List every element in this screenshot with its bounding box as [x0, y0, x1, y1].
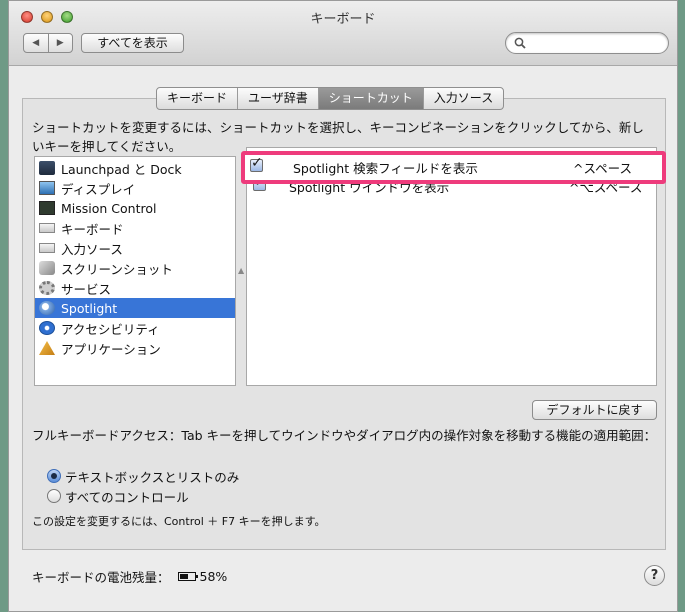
display-icon [39, 181, 55, 195]
tab-keyboard[interactable]: キーボード [157, 88, 239, 109]
category-label: アプリケーション [61, 341, 161, 357]
forward-button[interactable]: ▶ [49, 34, 73, 52]
category-label: サービス [61, 281, 112, 297]
shortcut-name: Spotlight 検索フィールドを表示 [293, 161, 478, 176]
search-input[interactable] [530, 35, 664, 53]
category-label: スクリーンショット [61, 261, 173, 277]
shortcut-note: この設定を変更するには、Control ＋ F7 キーを押します。 [32, 515, 326, 528]
spotlight-icon [39, 301, 55, 315]
splitter-handle[interactable]: ▲ [238, 266, 244, 275]
category-item-keyboard[interactable]: キーボード [35, 218, 235, 238]
restore-defaults-button[interactable]: デフォルトに戻す [532, 400, 657, 420]
radio-all-controls[interactable]: すべてのコントロール [47, 487, 189, 505]
launchpad-icon [39, 161, 55, 175]
radio-label: テキストボックスとリストのみ [65, 469, 240, 485]
category-item-launchpad[interactable]: Launchpad と Dock [35, 158, 235, 178]
category-label: Launchpad と Dock [61, 161, 182, 177]
accessibility-icon [39, 321, 55, 335]
category-item-display[interactable]: ディスプレイ [35, 178, 235, 198]
gear-icon [39, 281, 55, 295]
help-button[interactable]: ? [644, 565, 665, 586]
screenshot-icon [39, 261, 55, 275]
category-label: Mission Control [61, 200, 157, 216]
battery-value: 58% [199, 569, 228, 584]
tab-shortcuts[interactable]: ショートカット [318, 88, 424, 109]
category-item-spotlight[interactable]: Spotlight [35, 298, 235, 318]
highlighted-shortcut-row[interactable]: Spotlight 検索フィールドを表示 ^スペース [241, 151, 666, 184]
tab-bar: キーボード ユーザ辞書 ショートカット 入力ソース [156, 87, 505, 110]
radio-text-boxes-and-lists[interactable]: テキストボックスとリストのみ [47, 467, 239, 485]
category-label: ディスプレイ [61, 181, 136, 197]
full-keyboard-access-label: フルキーボードアクセス：Tab キーを押してウインドウやダイアログ内の操作対象を… [32, 428, 657, 443]
tab-input-sources[interactable]: 入力ソース [424, 88, 503, 109]
battery-status: キーボードの電池残量： 58% [32, 567, 227, 586]
category-item-mission-control[interactable]: Mission Control [35, 198, 235, 218]
category-label: アクセシビリティ [61, 321, 160, 337]
window-title: キーボード [310, 12, 376, 27]
category-item-services[interactable]: サービス [35, 278, 235, 298]
battery-icon [177, 572, 198, 581]
show-all-button[interactable]: すべてを表示 [81, 33, 184, 53]
titlebar: キーボード ◀ ▶ すべてを表示 [9, 1, 677, 66]
back-button[interactable]: ◀ [24, 34, 49, 52]
search-field[interactable] [505, 32, 669, 54]
search-icon [514, 37, 526, 49]
category-list[interactable]: Launchpad と Dock ディスプレイ Mission Control … [34, 156, 236, 386]
radio-label: すべてのコントロール [65, 489, 189, 505]
mission-control-icon [39, 201, 55, 215]
category-label: キーボード [61, 221, 124, 237]
radio-button[interactable] [47, 489, 61, 503]
category-item-accessibility[interactable]: アクセシビリティ [35, 318, 235, 338]
shortcut-checkbox[interactable] [250, 155, 263, 172]
category-item-screenshot[interactable]: スクリーンショット [35, 258, 235, 278]
keyboard-icon [39, 223, 55, 233]
preferences-window: キーボード ◀ ▶ すべてを表示 キーボード ユーザ辞書 ショートカット 入力ソ… [8, 0, 678, 612]
shortcut-row[interactable]: Spotlight 検索フィールドを表示 ^スペース [245, 155, 662, 177]
nav-back-forward: ◀ ▶ [23, 33, 73, 53]
keyboard-icon [39, 243, 55, 253]
app-icon [39, 341, 55, 355]
shortcut-key[interactable]: ^スペース [573, 158, 632, 177]
category-item-applications[interactable]: アプリケーション [35, 338, 235, 358]
tab-user-dictionary[interactable]: ユーザ辞書 [238, 88, 319, 109]
category-label: Spotlight [61, 300, 118, 316]
radio-button[interactable] [47, 469, 61, 483]
category-label: 入力ソース [61, 241, 123, 257]
category-item-input-sources[interactable]: 入力ソース [35, 238, 235, 258]
battery-label: キーボードの電池残量： [32, 570, 170, 585]
